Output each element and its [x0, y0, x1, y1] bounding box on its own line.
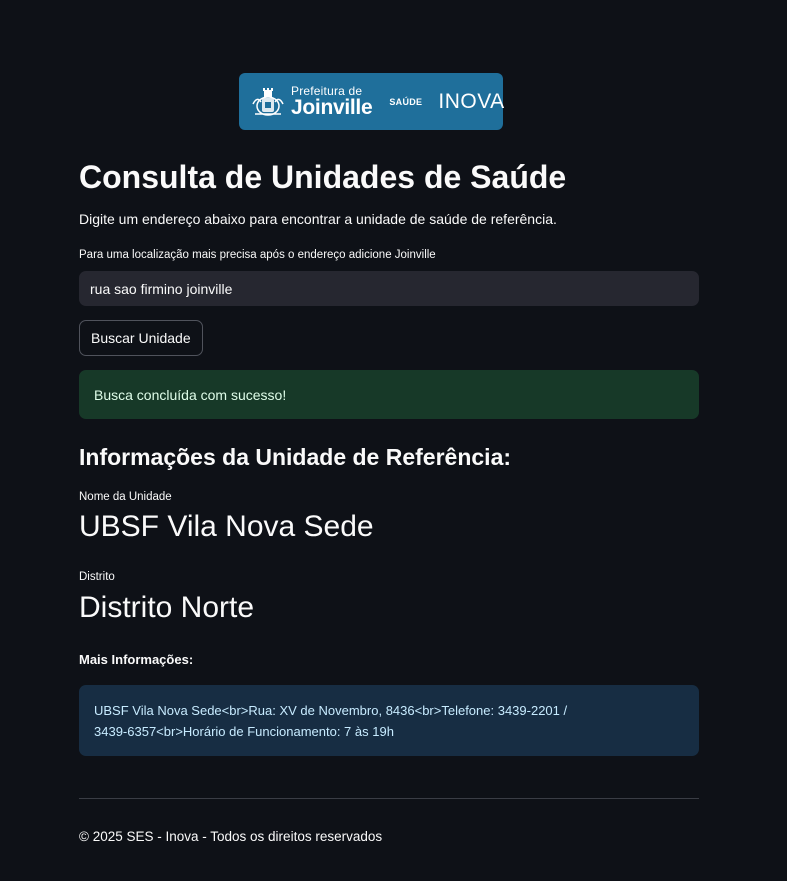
intro-text: Digite um endereço abaixo para encontrar… [79, 211, 557, 227]
district-value: Distrito Norte [79, 591, 255, 624]
prefeitura-joinville-logo: Prefeitura de Joinville SAÚDE INOVA [239, 73, 505, 130]
footer-copyright: © 2025 SES - Inova - Todos os direitos r… [79, 829, 383, 844]
district-label: Distrito [79, 571, 115, 583]
success-alert: Busca concluída com sucesso! [79, 370, 699, 419]
logo-inova-text: INOVA [438, 89, 505, 113]
logo-saude-text: SAÚDE [389, 96, 423, 107]
search-unit-button[interactable]: Buscar Unidade [79, 320, 203, 356]
footer-divider [79, 798, 699, 799]
result-section-title: Informações da Unidade de Referência: [79, 444, 512, 470]
page-title: Consulta de Unidades de Saúde [79, 159, 567, 195]
more-info-label: Mais Informações: [79, 652, 194, 667]
more-info-text: UBSF Vila Nova Sede<br>Rua: XV de Novemb… [94, 703, 568, 739]
more-info-box: UBSF Vila Nova Sede<br>Rua: XV de Novemb… [79, 685, 699, 756]
city-crest-icon [252, 87, 284, 116]
unit-name-value: UBSF Vila Nova Sede [79, 510, 374, 543]
app-page: Prefeitura de Joinville SAÚDE INOVA Cons… [0, 0, 787, 881]
success-alert-text: Busca concluída com sucesso! [94, 386, 287, 403]
unit-name-label: Nome da Unidade [79, 491, 172, 503]
prefeitura-wordmark: Prefeitura de Joinville [291, 85, 373, 119]
address-input[interactable] [79, 271, 699, 306]
logo-joinville-text: Joinville [291, 96, 373, 119]
address-input-label: Para uma localização mais precisa após o… [79, 249, 436, 261]
